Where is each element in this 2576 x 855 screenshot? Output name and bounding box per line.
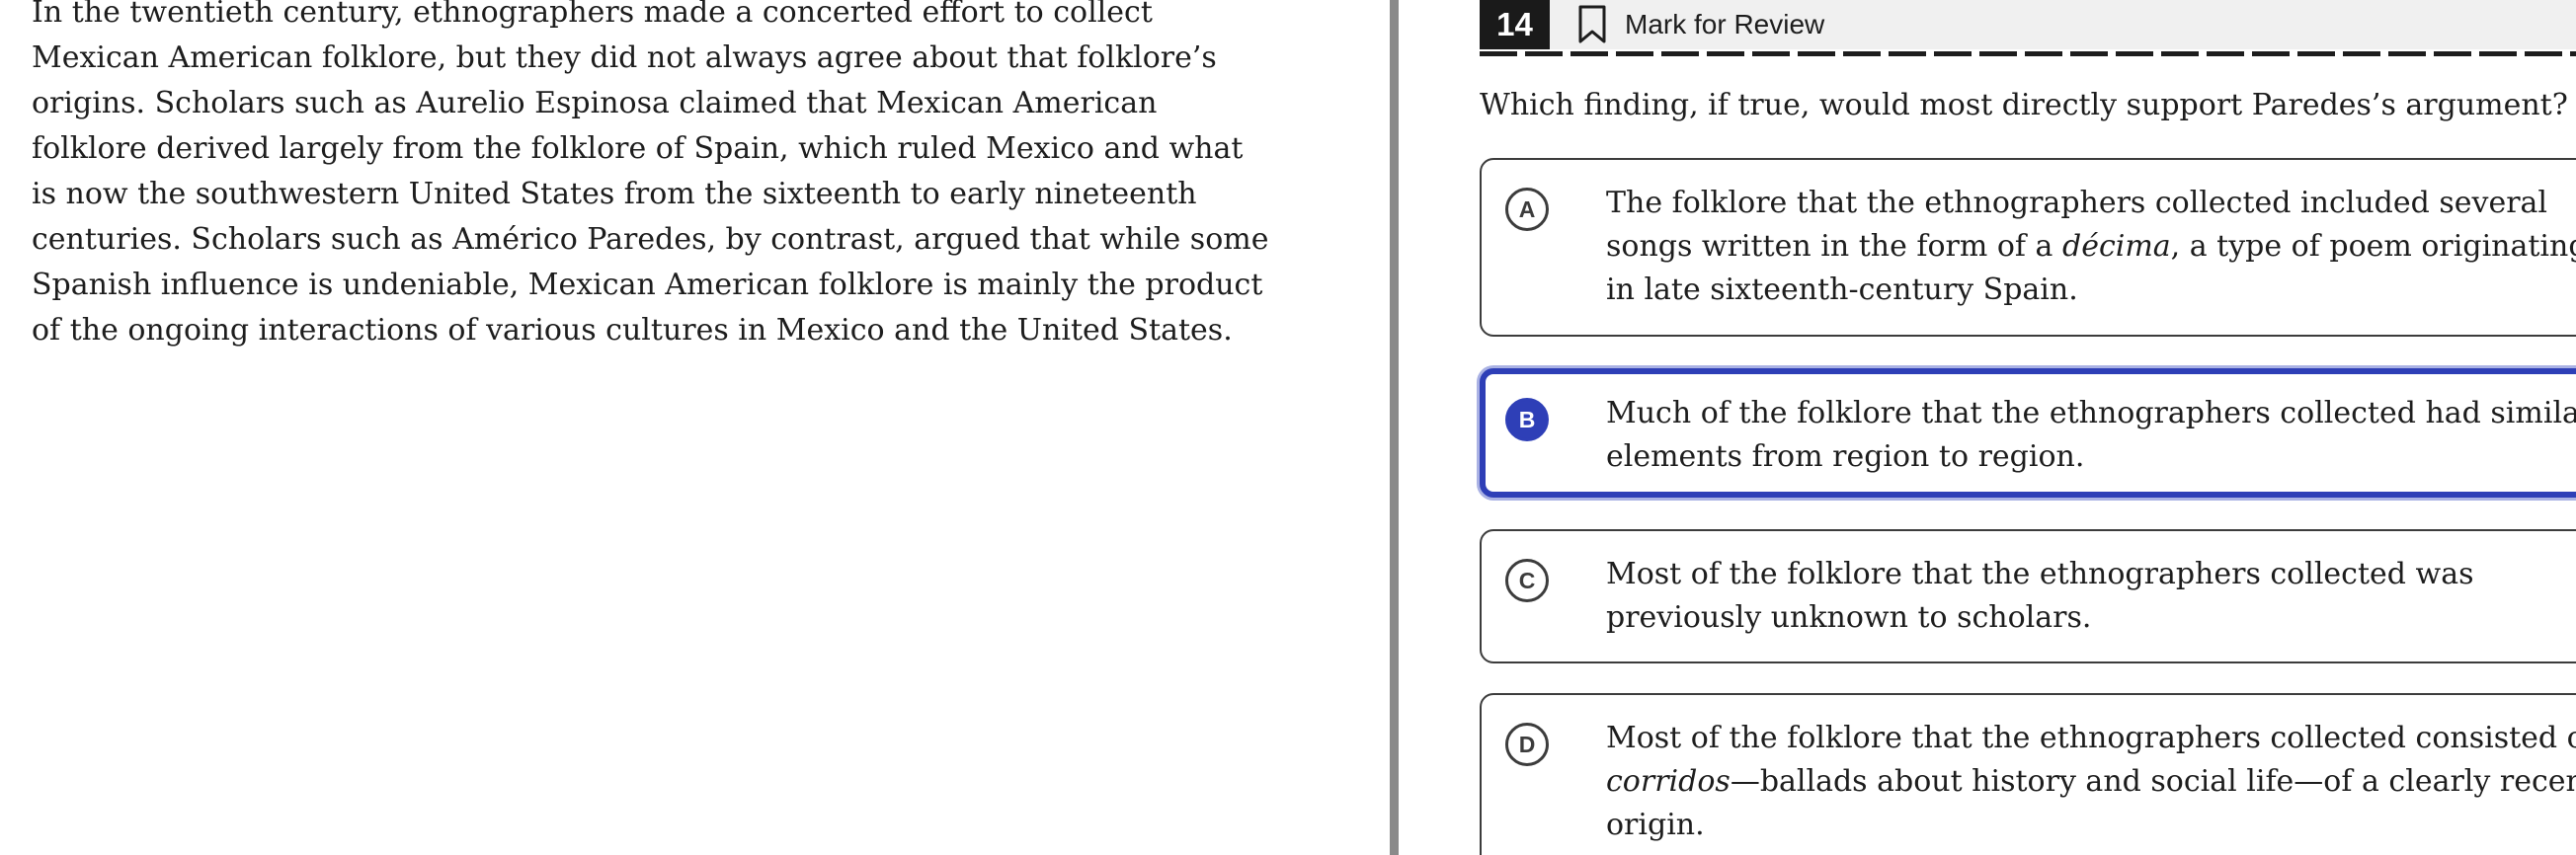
question-number: 14 (1480, 0, 1550, 49)
choice-text-d: Most of the folklore that the ethnograph… (1606, 717, 2576, 847)
choice-text-d-part1: Most of the folklore that the ethnograph… (1606, 721, 2576, 755)
test-page: In the twentieth century, ethnographers … (0, 0, 2576, 855)
bookmark-icon (1577, 5, 1607, 44)
header-dashed-rule (1480, 51, 2576, 56)
answer-choice-a[interactable]: A The folklore that the ethnographers co… (1480, 158, 2576, 337)
choice-letter-a: A (1505, 188, 1549, 231)
choice-text-a-emphasis: décima (2061, 229, 2171, 264)
mark-for-review-label: Mark for Review (1625, 9, 1825, 39)
pane-divider[interactable] (1390, 0, 1399, 855)
answer-choice-b[interactable]: B Much of the folklore that the ethnogra… (1480, 368, 2576, 498)
question-prompt: Which finding, if true, would most direc… (1480, 88, 2568, 122)
choice-text-a: The folklore that the ethnographers coll… (1606, 182, 2576, 312)
choice-text-b: Much of the folklore that the ethnograph… (1606, 392, 2576, 479)
choice-letter-c: C (1505, 559, 1549, 602)
question-header: 14 Mark for Review (1480, 0, 2576, 49)
choice-text-d-emphasis: corridos (1606, 764, 1731, 799)
answer-choice-c[interactable]: C Most of the folklore that the ethnogra… (1480, 529, 2576, 663)
mark-for-review-button[interactable]: Mark for Review (1577, 0, 1824, 49)
choice-text-c: Most of the folklore that the ethnograph… (1606, 553, 2576, 640)
choice-letter-b: B (1505, 398, 1549, 441)
passage-text: In the twentieth century, ethnographers … (32, 0, 1269, 348)
choice-text-c-part1: Most of the folklore that the ethnograph… (1606, 557, 2474, 635)
choice-text-d-part2: —ballads about history and social life—o… (1606, 764, 2576, 842)
answer-choice-d[interactable]: D Most of the folklore that the ethnogra… (1480, 693, 2576, 855)
passage-pane: In the twentieth century, ethnographers … (0, 0, 1388, 855)
question-pane: 14 Mark for Review Which finding, if tru… (1399, 0, 2576, 855)
choice-text-b-part1: Much of the folklore that the ethnograph… (1606, 396, 2576, 474)
choice-letter-d: D (1505, 723, 1549, 766)
